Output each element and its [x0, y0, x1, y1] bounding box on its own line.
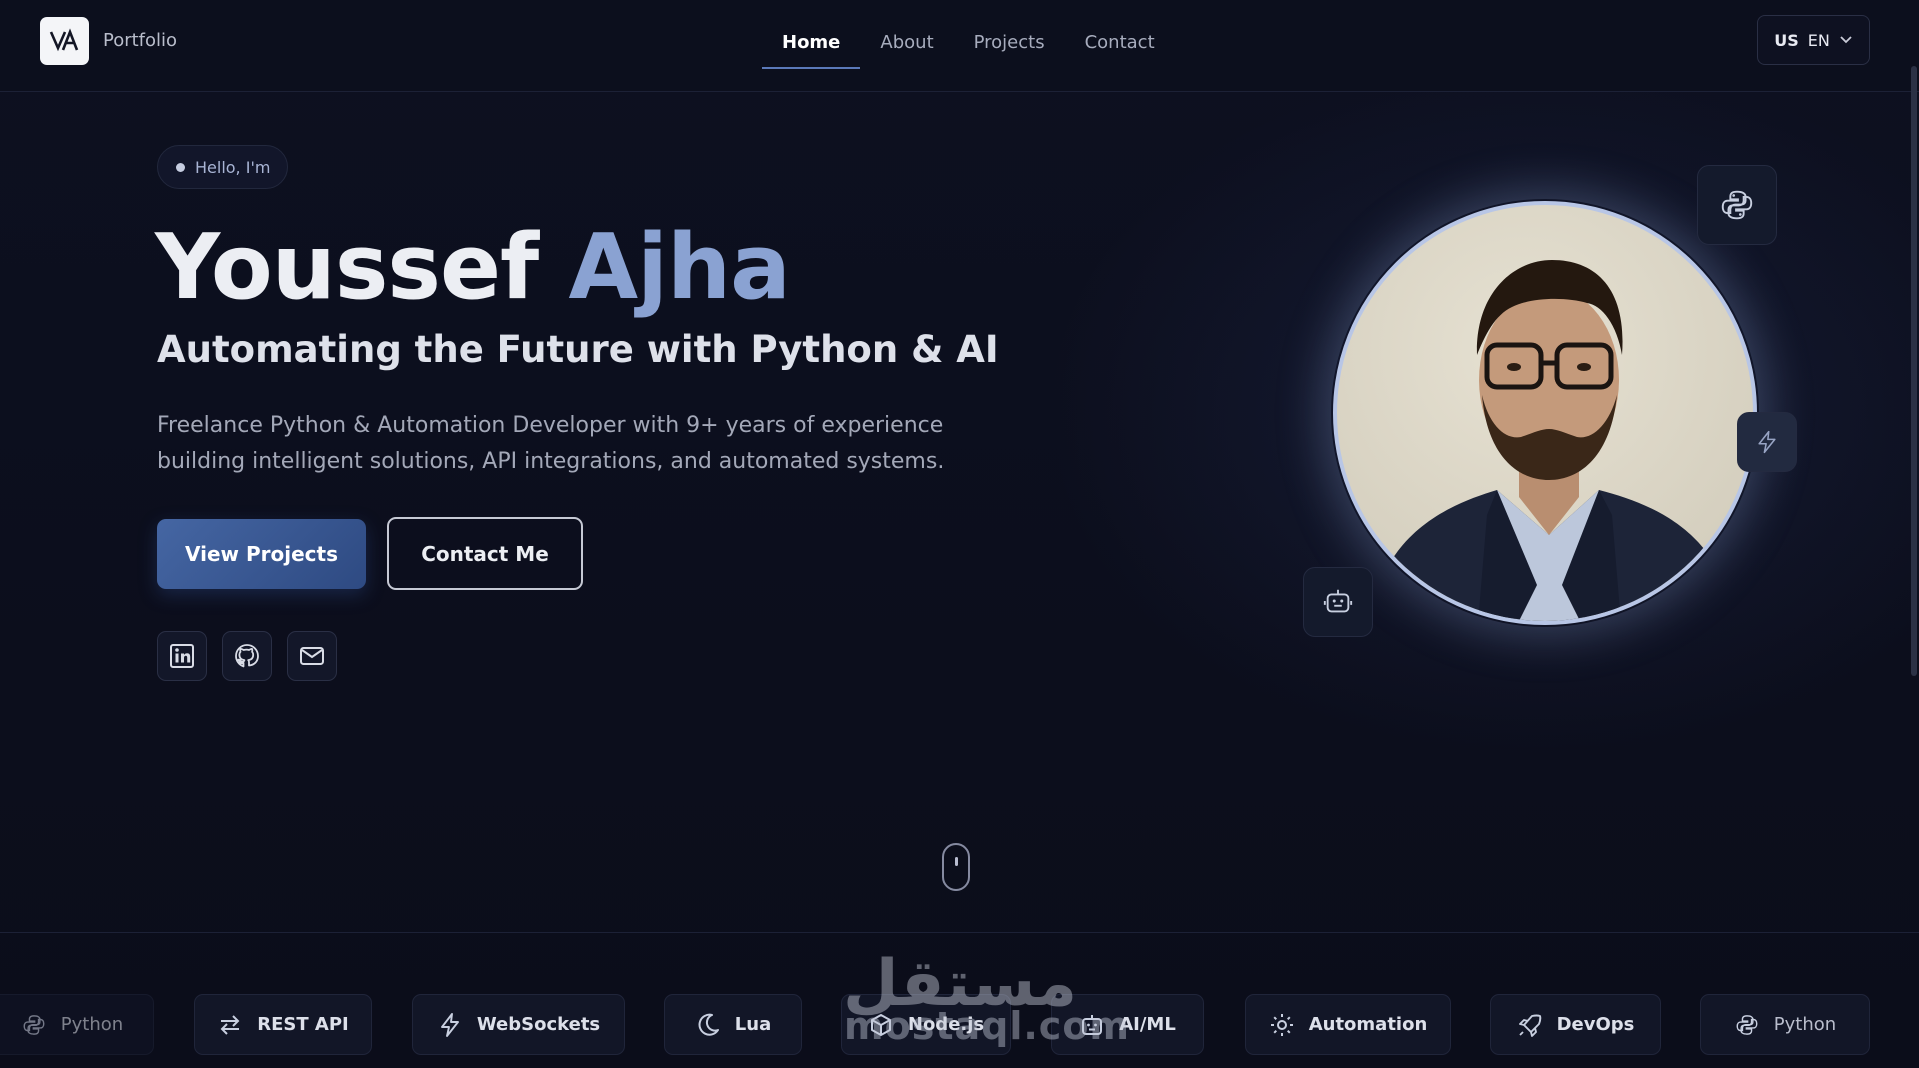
tech-chip-rest-api: REST API	[194, 994, 372, 1055]
nav-link-about[interactable]: About	[860, 28, 953, 69]
logo[interactable]	[40, 17, 89, 65]
tech-chip-label: WebSockets	[476, 1014, 601, 1035]
greeting-badge: Hello, I'm	[157, 145, 288, 189]
tech-strip-divider	[0, 932, 1919, 933]
python-icon	[23, 1014, 45, 1035]
watermark-latin-text: mostaql.com	[844, 1004, 1131, 1048]
contact-me-button[interactable]: Contact Me	[387, 517, 583, 590]
tech-chip-automation: Automation	[1245, 994, 1451, 1055]
nav-links: Home About Projects Contact	[762, 28, 1175, 69]
tech-chip-label: REST API	[257, 1014, 349, 1035]
status-dot	[176, 162, 185, 172]
lightning-float-badge	[1737, 412, 1797, 472]
tech-chip-python-2: Python	[1700, 994, 1870, 1055]
tech-chip-label: Lua	[734, 1014, 772, 1035]
language-selector[interactable]: US EN	[1757, 15, 1870, 65]
mouse-wheel	[955, 857, 958, 866]
last-name: Ajha	[568, 215, 791, 320]
arrows-icon	[220, 1014, 240, 1035]
logo-mark-icon	[49, 28, 78, 52]
tech-chip-label: Automation	[1308, 1014, 1428, 1035]
tech-chip-lua: Lua	[664, 994, 802, 1055]
person-illustration	[1368, 260, 1736, 621]
robot-float-badge	[1303, 567, 1373, 637]
rocket-icon	[1518, 1014, 1541, 1037]
lightning-icon	[440, 1012, 459, 1037]
python-icon	[1736, 1014, 1758, 1035]
github-icon	[235, 644, 259, 668]
mail-icon	[300, 647, 324, 665]
tech-chip-label: Python	[1773, 1014, 1837, 1035]
scroll-indicator-icon[interactable]	[942, 843, 970, 891]
nav-link-contact[interactable]: Contact	[1065, 28, 1175, 69]
view-projects-button[interactable]: View Projects	[157, 519, 366, 589]
robot-icon	[1323, 589, 1353, 613]
tech-chip-websockets: WebSockets	[412, 994, 625, 1055]
hero-description: Freelance Python & Automation Developer …	[157, 413, 945, 474]
nav-link-home[interactable]: Home	[762, 28, 861, 69]
tech-chip-label: DevOps	[1556, 1014, 1635, 1035]
lightning-icon	[1758, 430, 1776, 454]
hero-name: Youssef Ajha	[155, 208, 791, 328]
profile-photo	[1333, 201, 1757, 625]
language-code: EN	[1807, 30, 1830, 50]
first-name: Youssef	[155, 215, 539, 320]
python-float-badge	[1697, 165, 1777, 245]
python-icon	[1721, 190, 1753, 220]
linkedin-button[interactable]	[157, 631, 207, 681]
nav-link-projects[interactable]: Projects	[954, 28, 1065, 69]
linkedin-icon	[170, 644, 194, 668]
tech-chip-label: Python	[60, 1014, 124, 1035]
github-button[interactable]	[222, 631, 272, 681]
hero-tagline: Automating the Future with Python & AI	[157, 328, 999, 371]
flag-icon: US	[1774, 30, 1799, 50]
chevron-down-icon	[1839, 31, 1853, 50]
tech-chip-python: Python	[0, 994, 154, 1055]
tech-chip-devops: DevOps	[1490, 994, 1661, 1055]
gear-icon	[1270, 1013, 1293, 1036]
moon-icon	[698, 1013, 719, 1036]
greeting-text: Hello, I'm	[195, 157, 271, 177]
mail-button[interactable]	[287, 631, 337, 681]
top-navbar: Portfolio Home About Projects Contact US…	[0, 0, 1919, 92]
brand-label: Portfolio	[103, 30, 178, 51]
page-scrollbar[interactable]	[1911, 66, 1917, 676]
